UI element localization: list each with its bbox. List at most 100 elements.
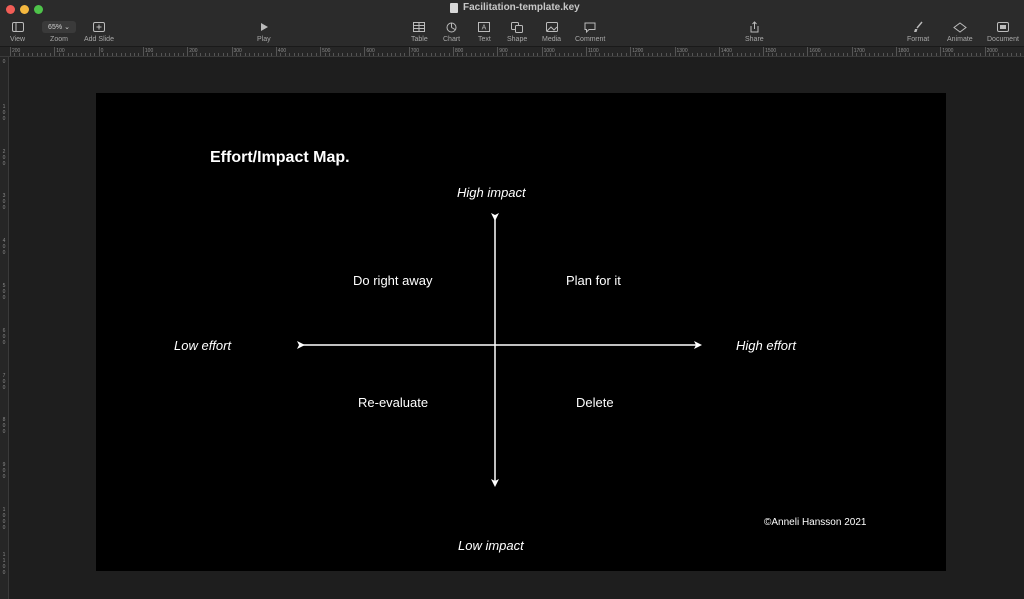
zoom-value: 65% — [48, 23, 63, 31]
ruler-minor-tick — [581, 53, 583, 56]
low-effort-label[interactable]: Low effort — [174, 338, 231, 353]
ruler-major-tick — [142, 47, 144, 56]
ruler-minor-tick — [72, 53, 74, 56]
ruler-minor-tick — [767, 53, 769, 56]
ruler-minor-tick — [647, 53, 649, 56]
horizontal-ruler[interactable]: 200 100 0 100 200 300 400 500 600 700 800 900 1000 11… — [0, 47, 1024, 57]
ruler-major-tick — [984, 47, 986, 56]
ruler-minor-tick — [470, 53, 472, 56]
ruler-minor-tick — [382, 53, 384, 56]
table-button[interactable]: Table — [411, 20, 428, 43]
minimize-window-button[interactable] — [20, 5, 29, 14]
ruler-minor-tick — [798, 53, 800, 56]
close-window-button[interactable] — [6, 5, 15, 14]
ruler-minor-tick — [723, 53, 725, 56]
ruler-minor-tick — [727, 53, 729, 56]
ruler-minor-tick — [758, 53, 760, 56]
ruler-minor-tick — [23, 53, 25, 56]
ruler-minor-tick — [213, 53, 215, 56]
ruler-minor-tick — [395, 53, 397, 56]
view-button[interactable]: View — [10, 20, 25, 43]
ruler-minor-tick — [864, 53, 866, 56]
ruler-minor-tick — [209, 53, 211, 56]
maximize-window-button[interactable] — [34, 5, 43, 14]
ruler-minor-tick — [76, 53, 78, 56]
ruler-minor-tick — [200, 53, 202, 56]
ruler-minor-tick — [399, 53, 401, 56]
ruler-minor-tick — [461, 53, 463, 56]
ruler-tick-label: 500 — [2, 283, 6, 301]
toolbar: Facilitation-template.key View 65% ⌄ Zoom… — [0, 0, 1024, 47]
chart-button[interactable]: Chart — [443, 20, 460, 43]
ruler-major-tick — [585, 47, 587, 56]
document-icon — [996, 20, 1009, 34]
play-button[interactable]: Play — [257, 20, 271, 43]
quadrant-bottom-right[interactable]: Delete — [576, 395, 614, 410]
ruler-minor-tick — [492, 53, 494, 56]
ruler-minor-tick — [337, 53, 339, 56]
vertical-ruler[interactable]: 0 100 200 300 400 500 600 700 800 900 1000 1100 — [0, 57, 9, 599]
ruler-minor-tick — [484, 53, 485, 56]
ruler-minor-tick — [346, 53, 348, 56]
window-title: Facilitation-template.key — [450, 2, 580, 13]
quadrant-bottom-left[interactable]: Re-evaluate — [358, 395, 428, 410]
zoom-dropdown[interactable]: 65% ⌄ Zoom — [42, 20, 76, 43]
ruler-minor-tick — [1002, 53, 1004, 56]
document-button[interactable]: Document — [987, 20, 1019, 43]
low-impact-label[interactable]: Low impact — [458, 538, 524, 553]
ruler-minor-tick — [612, 53, 614, 56]
ruler-minor-tick — [18, 53, 20, 56]
ruler-minor-tick — [608, 53, 610, 56]
ruler-minor-tick — [931, 53, 933, 56]
ruler-minor-tick — [550, 53, 552, 56]
ruler-minor-tick — [488, 53, 490, 56]
ruler-minor-tick — [280, 53, 282, 56]
slide-canvas[interactable]: Effort/Impact Map. High impact Low impac… — [96, 93, 946, 571]
ruler-minor-tick — [913, 53, 915, 56]
ruler-minor-tick — [302, 53, 304, 56]
text-button[interactable]: A Text — [478, 20, 491, 43]
add-slide-icon — [92, 20, 105, 34]
ruler-minor-tick — [639, 53, 641, 56]
slide-title[interactable]: Effort/Impact Map. — [210, 149, 350, 167]
animate-button[interactable]: Animate — [947, 20, 973, 43]
comment-button[interactable]: Comment — [575, 20, 605, 43]
quadrant-top-left[interactable]: Do right away — [353, 273, 432, 288]
ruler-minor-tick — [816, 53, 818, 56]
ruler-minor-tick — [111, 53, 113, 56]
ruler-minor-tick — [683, 53, 685, 56]
ruler-major-tick — [98, 47, 100, 56]
ruler-minor-tick — [882, 53, 884, 56]
ruler-minor-tick — [842, 53, 844, 56]
shape-button[interactable]: Shape — [507, 20, 527, 43]
ruler-minor-tick — [36, 53, 38, 56]
ruler-tick-label: 700 — [2, 372, 6, 391]
add-slide-button[interactable]: Add Slide — [84, 20, 114, 43]
ruler-minor-tick — [785, 53, 787, 56]
ruler-minor-tick — [49, 53, 51, 56]
ruler-minor-tick — [953, 53, 955, 56]
ruler-minor-tick — [506, 53, 508, 56]
ruler-minor-tick — [475, 53, 477, 56]
ruler-minor-tick — [997, 53, 999, 56]
high-impact-label[interactable]: High impact — [457, 185, 526, 200]
quadrant-top-right[interactable]: Plan for it — [566, 273, 621, 288]
format-button[interactable]: Format — [907, 20, 929, 43]
copyright-text[interactable]: ©Anneli Hansson 2021 — [764, 517, 866, 528]
ruler-minor-tick — [909, 53, 911, 56]
ruler-minor-tick — [328, 53, 330, 56]
ruler-tick-label: 800 — [2, 417, 6, 436]
ruler-minor-tick — [63, 53, 65, 56]
ruler-minor-tick — [390, 53, 392, 56]
ruler-minor-tick — [771, 53, 773, 56]
ruler-major-tick — [364, 47, 366, 56]
shape-icon — [511, 20, 524, 34]
share-button[interactable]: Share — [745, 20, 764, 43]
ruler-minor-tick — [479, 53, 481, 56]
ruler-tick-label: 100 — [2, 103, 6, 122]
ruler-minor-tick — [14, 53, 16, 56]
high-effort-label[interactable]: High effort — [736, 338, 796, 353]
ruler-major-tick — [896, 47, 897, 56]
ruler-minor-tick — [262, 53, 264, 56]
media-button[interactable]: Media — [542, 20, 561, 43]
